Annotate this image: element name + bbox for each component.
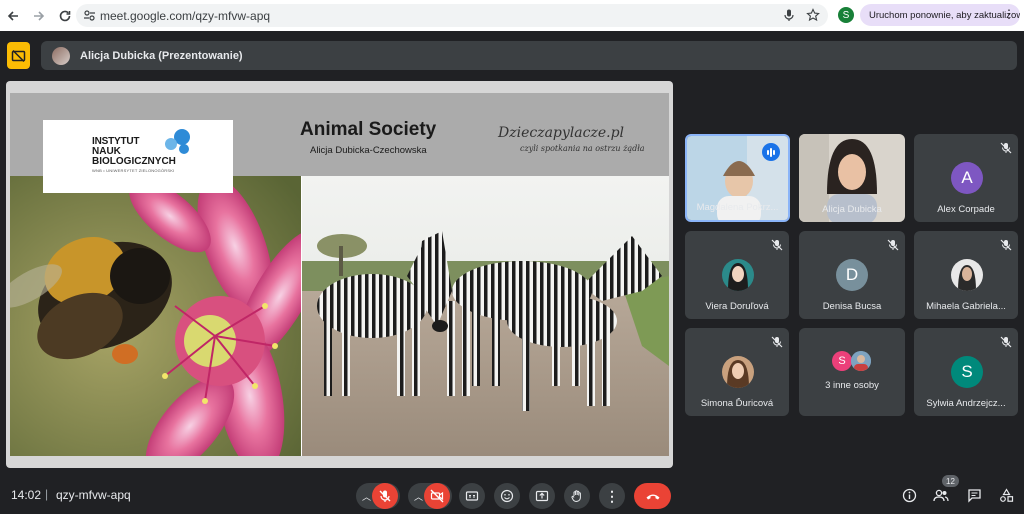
presentation-toggle-button[interactable] xyxy=(7,42,30,69)
participant-tile[interactable]: A Alex Corpade xyxy=(914,134,1018,222)
present-to-all-icon xyxy=(535,490,549,502)
participant-tile[interactable]: D Denisa Bucsa xyxy=(799,231,905,319)
chat-icon[interactable] xyxy=(965,486,983,504)
update-label: Uruchom ponownie, aby zaktualizować xyxy=(869,9,1020,21)
mic-off-icon xyxy=(887,239,899,251)
more-vert-icon[interactable]: ⋮ xyxy=(1003,7,1015,21)
shared-screen[interactable]: INSTYTUT NAUK BIOLOGICZNYCH WNB • UNIWER… xyxy=(6,81,673,468)
mic-off-icon xyxy=(1000,142,1012,154)
raise-hand-button[interactable] xyxy=(564,483,590,509)
participant-name: Viera Doruľová xyxy=(705,301,769,312)
separator: | xyxy=(45,487,49,501)
present-off-icon xyxy=(11,49,26,62)
brand-logo: Dzieczapylacze.pl xyxy=(498,125,625,141)
mic-off-icon xyxy=(771,336,783,348)
participant-avatar: D xyxy=(836,259,868,291)
participant-name: Alex Corpade xyxy=(937,204,995,215)
logo-text-line3: BIOLOGICZNYCH xyxy=(92,156,176,167)
group-avatar-s: S xyxy=(832,351,852,371)
participant-avatar: S xyxy=(951,356,983,388)
presenter-avatar xyxy=(52,46,70,65)
browser-toolbar: meet.google.com/qzy-mfvw-apq S Uruchom p… xyxy=(0,0,1024,31)
mic-off-icon xyxy=(379,490,391,502)
participant-tile[interactable]: Simona Ďuricová xyxy=(685,328,789,416)
participant-tile[interactable]: Viera Doruľová xyxy=(685,231,789,319)
people-icon[interactable] xyxy=(932,486,950,504)
captions-button[interactable] xyxy=(459,483,485,509)
address-bar[interactable]: meet.google.com/qzy-mfvw-apq xyxy=(76,4,828,27)
star-bookmark-icon[interactable] xyxy=(806,8,820,22)
participant-avatar xyxy=(722,259,754,291)
participant-name: Mihaela Gabriela... xyxy=(926,301,1006,312)
emoji-icon xyxy=(500,489,514,503)
more-vert-icon: ⋮ xyxy=(605,487,619,504)
participant-tile[interactable]: Mihaela Gabriela... xyxy=(914,231,1018,319)
participant-name: Simona Ďuricová xyxy=(700,398,774,409)
reactions-button[interactable] xyxy=(494,483,520,509)
hand-icon xyxy=(571,490,581,502)
present-screen-button[interactable] xyxy=(529,483,555,509)
hang-up-icon xyxy=(646,494,659,500)
back-arrow-icon[interactable] xyxy=(2,5,24,27)
zebras-image xyxy=(302,176,669,456)
url-text[interactable]: meet.google.com/qzy-mfvw-apq xyxy=(100,9,270,23)
logo-subtext: WNB • UNIWERSYTET ZIELONOGÓRSKI xyxy=(92,168,175,173)
activities-icon[interactable] xyxy=(997,486,1015,504)
leave-call-button[interactable] xyxy=(634,483,671,509)
mic-toggle-button[interactable] xyxy=(372,483,398,509)
forward-arrow-icon[interactable] xyxy=(28,5,50,27)
meeting-code: qzy-mfvw-apq xyxy=(56,488,131,502)
participant-avatar xyxy=(722,356,754,388)
mic-off-icon xyxy=(1000,239,1012,251)
presentation-slide: INSTYTUT NAUK BIOLOGICZNYCH WNB • UNIWER… xyxy=(10,93,669,456)
group-avatar-photo xyxy=(851,351,871,371)
institute-logo: INSTYTUT NAUK BIOLOGICZNYCH WNB • UNIWER… xyxy=(43,120,233,193)
mic-off-icon xyxy=(1000,336,1012,348)
closed-captions-icon xyxy=(465,491,479,501)
clock-time: 14:02 xyxy=(11,488,42,502)
participant-avatar: A xyxy=(951,162,983,194)
presenter-banner: Alicja Dubicka (Prezentowanie) xyxy=(41,41,1017,70)
bee-on-flower-image xyxy=(10,176,301,456)
participant-tile[interactable]: Magdalena Pokrz... xyxy=(685,134,790,222)
brand-tagline: czyli spotkania na ostrzu żądła xyxy=(520,144,645,153)
participant-tile[interactable]: S Sylwia Andrzejcz... xyxy=(914,328,1018,416)
mic-off-icon xyxy=(771,239,783,251)
more-options-button[interactable]: ⋮ xyxy=(599,483,625,509)
participant-avatar xyxy=(951,259,983,291)
participant-tile[interactable]: Alicja Dubicka xyxy=(799,134,905,222)
participant-name: Denisa Bucsa xyxy=(822,301,882,312)
slide-subtitle: Alicja Dubicka-Czechowska xyxy=(310,145,427,156)
logo-circles xyxy=(165,129,190,154)
participant-name: Magdalena Pokrz... xyxy=(696,202,779,213)
speaking-indicator-icon xyxy=(762,143,780,161)
chevron-up-icon: ︿ xyxy=(362,491,372,502)
meeting-info-icon[interactable] xyxy=(900,486,918,504)
camera-toggle-button[interactable] xyxy=(424,483,450,509)
update-button[interactable]: Uruchom ponownie, aby zaktualizować ⋮ xyxy=(860,4,1020,26)
participant-tile-group[interactable]: S 3 inne osoby xyxy=(799,328,905,416)
reload-icon[interactable] xyxy=(54,5,76,27)
profile-avatar[interactable]: S xyxy=(838,7,854,23)
participant-name: Sylwia Andrzejcz... xyxy=(926,398,1006,409)
group-label: 3 inne osoby xyxy=(825,380,879,391)
site-settings-icon[interactable] xyxy=(83,9,96,22)
slide-title: Animal Society xyxy=(300,119,437,140)
chevron-up-icon: ︿ xyxy=(414,491,424,502)
camera-off-icon xyxy=(430,489,444,503)
presenter-label: Alicja Dubicka (Prezentowanie) xyxy=(80,49,243,62)
participant-name: Alicja Dubicka xyxy=(822,204,882,215)
microphone-icon[interactable] xyxy=(782,8,796,22)
